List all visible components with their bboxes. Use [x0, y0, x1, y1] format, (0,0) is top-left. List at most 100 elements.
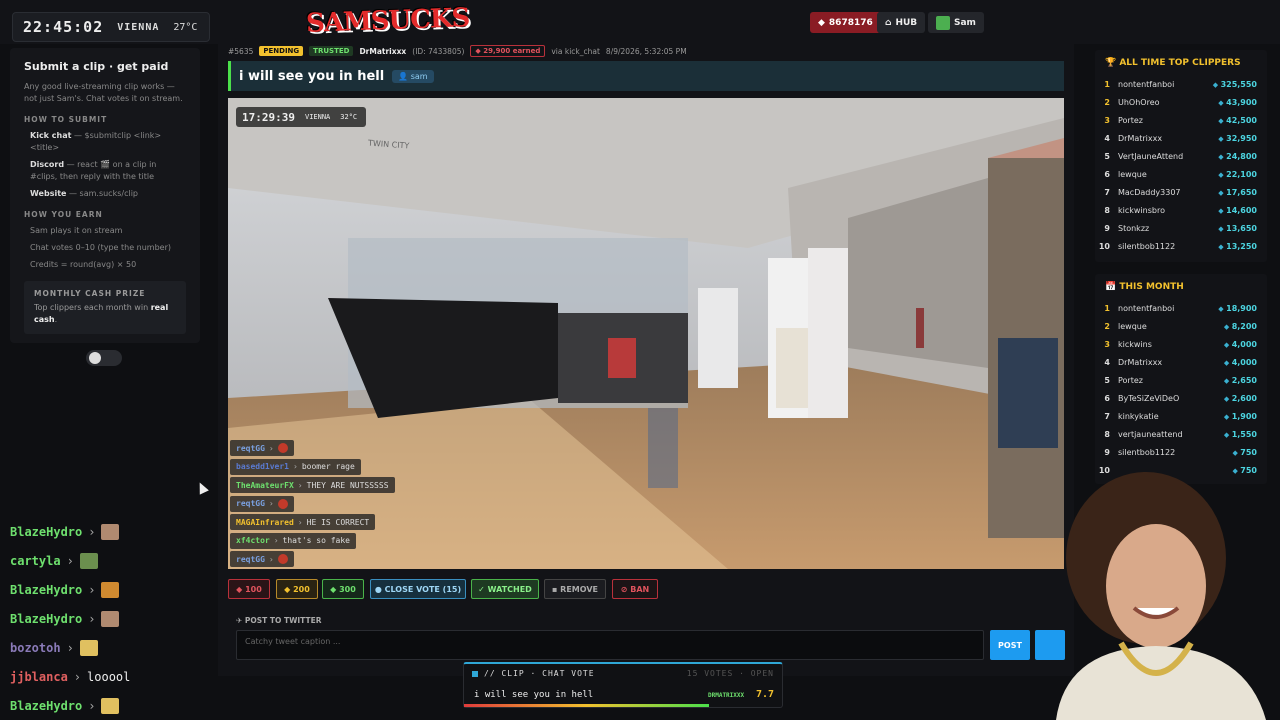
- chat-username[interactable]: BlazeHydro: [10, 699, 82, 713]
- chat-username[interactable]: cartyla: [10, 554, 61, 568]
- leaderboard-heading: 📅 THIS MONTH: [1105, 282, 1184, 292]
- clip-author[interactable]: DrMatrixxx: [359, 47, 406, 56]
- emote-icon: [101, 582, 120, 598]
- leaderboard-row[interactable]: 5 Portez 2,650: [1095, 371, 1267, 389]
- chat-username[interactable]: jjblanca: [10, 670, 68, 684]
- home-icon: ⌂: [885, 17, 892, 28]
- leaderboard-row[interactable]: 8 kickwinsbro 14,600: [1095, 201, 1267, 219]
- chat-username[interactable]: BlazeHydro: [10, 525, 82, 539]
- clipper-score: 24,800: [1211, 152, 1267, 161]
- watched-button[interactable]: ✓ WATCHED: [471, 579, 539, 599]
- chat-message: BlazeHydro ›: [10, 696, 120, 716]
- overlay-chat-text: HE IS CORRECT: [306, 517, 370, 527]
- rank-number: 9: [1104, 447, 1110, 457]
- vote-label: // CLIP · CHAT VOTE: [484, 669, 595, 678]
- overlay-chat-message: basedd1ver1 › boomer rage: [230, 458, 361, 475]
- leaderboard-row[interactable]: 9 silentbob1122 750: [1095, 443, 1267, 461]
- gems-button[interactable]: ◆ 8678176: [810, 12, 881, 33]
- leaderboard-row[interactable]: 4 DrMatrixxx 4,000: [1095, 353, 1267, 371]
- status-badge: PENDING: [259, 46, 304, 56]
- ban-button[interactable]: ⊘ BAN: [612, 579, 658, 599]
- leaderboard-row[interactable]: 4 DrMatrixxx 32,950: [1095, 129, 1267, 147]
- clipper-name: DrMatrixxx: [1118, 133, 1163, 143]
- earn-item: Sam plays it on stream: [30, 226, 123, 235]
- leaderboard-row[interactable]: 7 kinkykatie 1,900: [1095, 407, 1267, 425]
- hub-button[interactable]: ⌂ HUB: [877, 12, 926, 33]
- leaderboard-row[interactable]: 6 lewque 22,100: [1095, 165, 1267, 183]
- vote-300-button[interactable]: ◆ 300: [322, 579, 364, 599]
- leaderboard-row[interactable]: 1 nontentfanboi 325,550: [1095, 75, 1267, 93]
- leaderboard-row[interactable]: 1 nontentfanboi 18,900: [1095, 299, 1267, 317]
- leaderboard-row[interactable]: 6 ByTeSiZeViDeO 2,600: [1095, 389, 1267, 407]
- user-label: Sam: [954, 17, 976, 28]
- cash-prize-box: MONTHLY CASH PRIZE Top clippers each mon…: [24, 281, 186, 334]
- leaderboard-row[interactable]: 3 Portez 42,500: [1095, 111, 1267, 129]
- emote-icon: [277, 554, 288, 564]
- leaderboard-row[interactable]: 9 Stonkzz 13,650: [1095, 219, 1267, 237]
- chat-username[interactable]: bozotoh: [10, 641, 61, 655]
- clip-date: 8/9/2026, 5:32:05 PM: [605, 46, 687, 56]
- leaderboard-row[interactable]: 7 MacDaddy3307 17,650: [1095, 183, 1267, 201]
- emote-icon: [101, 611, 120, 627]
- chevron-icon: ›: [268, 554, 274, 564]
- rank-number: 4: [1104, 357, 1110, 367]
- chevron-icon: ›: [297, 517, 303, 527]
- chat-username[interactable]: BlazeHydro: [10, 612, 82, 626]
- user-icon: 👤: [398, 71, 411, 81]
- vote-100-button[interactable]: ◆ 100: [228, 579, 270, 599]
- clipper-name: DrMatrixxx: [1118, 357, 1163, 367]
- prize-text: Top clippers each month win real cash.: [34, 303, 169, 324]
- clip-tag[interactable]: 👤 sam: [392, 69, 434, 83]
- emote-icon: [79, 553, 98, 569]
- chat-message: BlazeHydro ›: [10, 609, 120, 629]
- leaderboard-row[interactable]: 2 UhOhOreo 43,900: [1095, 93, 1267, 111]
- chat-text: looool: [87, 670, 131, 684]
- clipper-score: 17,650: [1211, 188, 1267, 197]
- chat-username[interactable]: BlazeHydro: [10, 583, 82, 597]
- clipper-name: nontentfanboi: [1118, 79, 1175, 89]
- leaderboard-row[interactable]: 8 vertjauneattend 1,550: [1095, 425, 1267, 443]
- earn-item: Chat votes 0–10 (type the number): [30, 243, 171, 252]
- chevron-icon: ›: [88, 583, 96, 597]
- rank-number: 2: [1104, 321, 1110, 331]
- leaderboard-row[interactable]: 3 kickwins 4,000: [1095, 335, 1267, 353]
- chevron-icon: ›: [268, 443, 274, 453]
- rank-number: 8: [1104, 205, 1110, 215]
- trust-badge: TRUSTED: [309, 46, 354, 56]
- chat-message: bozotoh ›: [10, 638, 98, 658]
- rank-number: 1: [1104, 79, 1110, 89]
- clock-city: VIENNA: [117, 21, 160, 33]
- chat-message: jjblanca › looool: [10, 667, 130, 687]
- avatar: [936, 15, 950, 30]
- sidebar-title: Submit a clip · get paid: [24, 60, 169, 73]
- leaderboard-heading: 🏆 ALL TIME TOP CLIPPERS: [1105, 58, 1241, 68]
- tweet-caption-input[interactable]: Catchy tweet caption ...: [236, 630, 984, 660]
- chat-message: BlazeHydro ›: [10, 580, 120, 600]
- clipper-name: silentbob1122: [1118, 447, 1176, 457]
- sidebar-toggle[interactable]: [86, 350, 122, 366]
- all-time-leaderboard: 🏆 ALL TIME TOP CLIPPERS 1 nontentfanboi 3 2…: [1095, 50, 1267, 262]
- clip-source: via kick_chat: [551, 46, 600, 56]
- rank-number: 10: [1098, 241, 1110, 251]
- user-menu-button[interactable]: Sam: [928, 12, 984, 33]
- clip-video-player[interactable]: 17:29:39 VIENNA 32°C TWIN CITY reqtGG › ba…: [228, 98, 1064, 569]
- chevron-icon: ›: [66, 554, 74, 568]
- leaderboard-row[interactable]: 10 silentbob1122 13,250: [1095, 237, 1267, 255]
- clipper-name: silentbob1122: [1118, 241, 1176, 251]
- rank-number: 3: [1104, 115, 1110, 125]
- remove-button[interactable]: ▪ REMOVE: [544, 579, 606, 599]
- overlay-chat-username: TheAmateurFX: [236, 480, 294, 490]
- vote-clip-title: i will see you in hell: [474, 690, 594, 700]
- vote-header: // CLIP · CHAT VOTE 15 VOTES · OPEN: [472, 669, 774, 678]
- overlay-chat-username: MAGAInfrared: [236, 517, 294, 527]
- close-vote-button[interactable]: ● CLOSE VOTE (15): [370, 579, 466, 599]
- vote-200-button[interactable]: ◆ 200: [276, 579, 318, 599]
- leaderboard-row[interactable]: 5 VertJauneAttend 24,800: [1095, 147, 1267, 165]
- leaderboard-row[interactable]: 2 lewque 8,200: [1095, 317, 1267, 335]
- toggle-knob: [89, 352, 101, 364]
- site-logo[interactable]: SAMSUCKS: [306, 3, 470, 39]
- streamer-webcam: [1016, 468, 1280, 720]
- video-frame-scene: [228, 98, 1064, 569]
- rank-number: 2: [1104, 97, 1110, 107]
- clipper-score: 750: [1211, 448, 1267, 457]
